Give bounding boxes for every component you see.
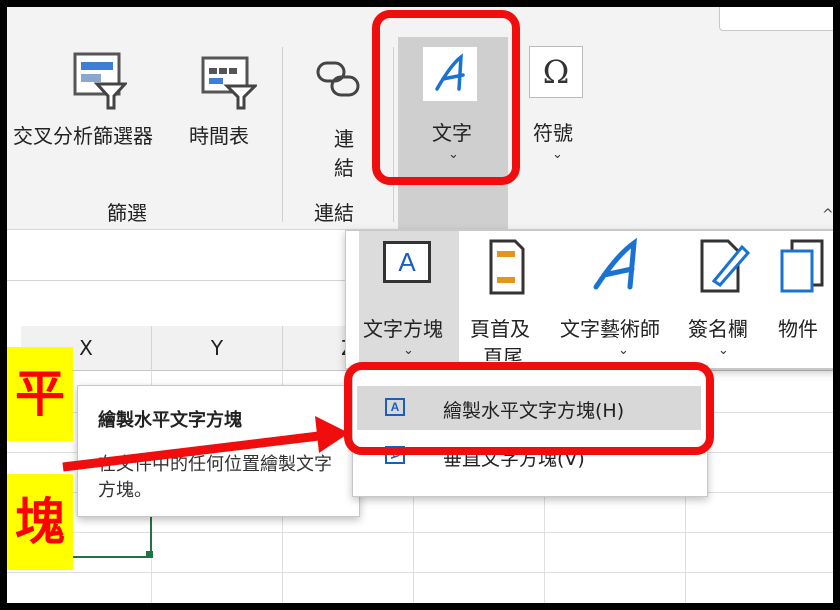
overlay-char-top: 平 <box>7 347 73 441</box>
link-icon <box>316 61 360 97</box>
timeline-label: 時間表 <box>189 124 249 148</box>
object-button[interactable] <box>766 231 833 367</box>
column-header-y[interactable]: Y <box>152 326 283 371</box>
signature-icon <box>700 239 750 293</box>
timeline-icon <box>201 56 257 110</box>
highlight-horizontal-textbox <box>344 362 714 455</box>
excel-window: 交叉分析篩選器 時間表 篩選 連 結 連結 文字 ⌄ Ω 符號 ⌄ ^ X Y … <box>7 7 833 603</box>
tooltip: 繪製水平文字方塊 在文件中的任何位置繪製文字方塊。 <box>77 385 360 517</box>
omega-icon: Ω <box>529 46 583 98</box>
signature-label: 簽名欄 <box>688 317 748 341</box>
textbox-button[interactable]: A ⌄ <box>359 231 459 367</box>
group-divider <box>282 47 283 222</box>
highlight-text-button <box>372 10 520 185</box>
symbol-label: 符號 <box>533 121 573 145</box>
slicer-icon <box>73 52 127 110</box>
overlay-char-bottom: 塊 <box>7 474 73 570</box>
fill-handle[interactable] <box>146 551 153 558</box>
object-label: 物件 <box>778 317 818 341</box>
textbox-label: 文字方塊 <box>363 317 443 341</box>
textbox-icon-letter: A <box>398 247 416 277</box>
header-footer-label-2: 頁尾 <box>483 345 523 361</box>
link-label-bottom: 結 <box>334 156 354 180</box>
wordart-icon <box>593 237 637 290</box>
tooltip-title: 繪製水平文字方塊 <box>98 410 242 431</box>
slicer-label: 交叉分析篩選器 <box>13 124 153 148</box>
wordart-button[interactable]: ⌄ <box>554 231 684 367</box>
link-label-top: 連 <box>334 127 354 151</box>
link-group-label: 連結 <box>314 201 354 225</box>
text-dropdown-panel: A ⌄ 文字方塊 頁首及 頁尾 ⌄ 文字藝術師 ⌄ 簽名欄 物件 <box>345 230 833 369</box>
ribbon-top-button[interactable] <box>719 7 833 31</box>
textbox-icon: A <box>383 241 431 283</box>
ribbon-collapse-icon[interactable]: ^ <box>822 207 833 223</box>
chevron-down-icon: ⌄ <box>552 147 563 162</box>
signature-line-button[interactable]: ⌄ <box>684 231 764 367</box>
header-footer-label: 頁首及 <box>470 317 530 341</box>
chevron-down-icon: ⌄ <box>718 343 729 358</box>
chevron-down-icon: ⌄ <box>618 343 629 358</box>
chevron-down-icon: ⌄ <box>403 343 414 358</box>
tooltip-description: 在文件中的任何位置繪製文字方塊。 <box>98 454 332 501</box>
grid-line <box>7 572 833 573</box>
filter-group-label: 篩選 <box>107 201 147 225</box>
object-icon <box>780 239 824 293</box>
header-footer-icon <box>489 239 525 295</box>
wordart-label: 文字藝術師 <box>560 317 660 341</box>
